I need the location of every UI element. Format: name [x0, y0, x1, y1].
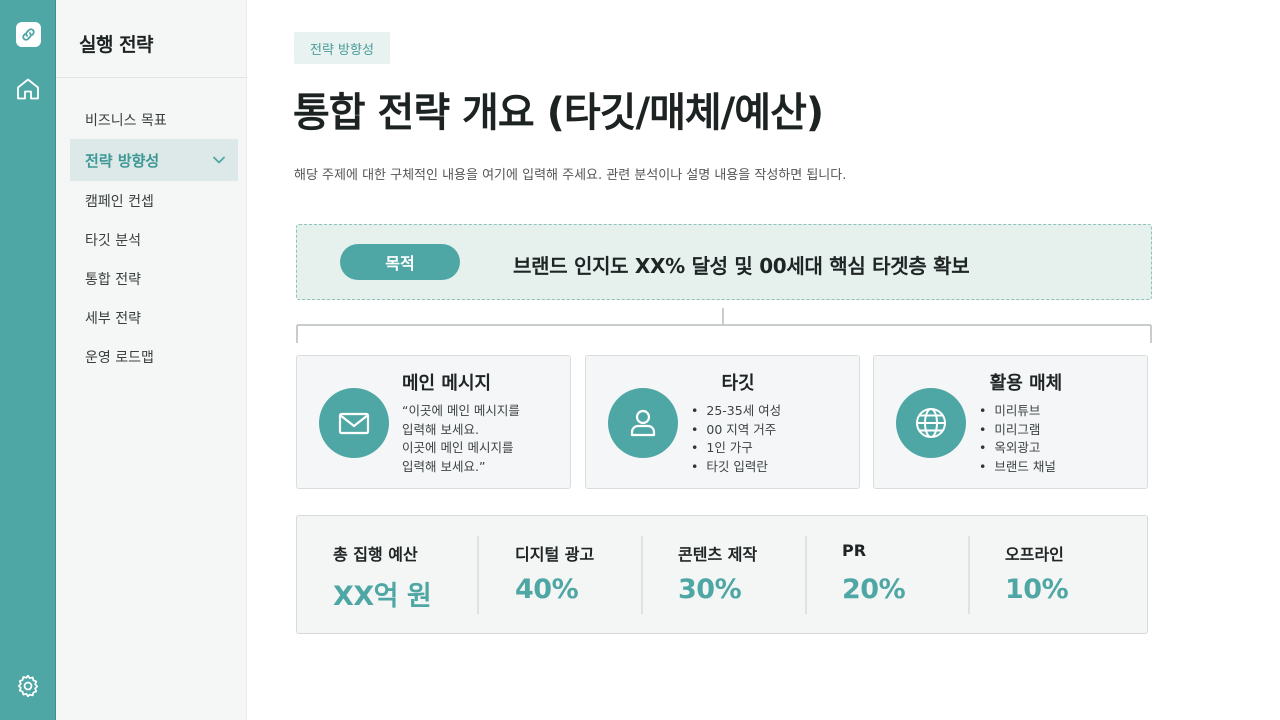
page-title: 통합 전략 개요 (타깃/매체/예산)	[293, 90, 824, 136]
chevron-down-icon	[213, 156, 225, 164]
budget-label: 디지털 광고	[515, 545, 595, 564]
card-body: “이곳에 메인 메시지를 입력해 보세요. 이곳에 메인 메시지를 입력해 보세…	[402, 402, 520, 476]
sidebar-item-label: 캠페인 컨셉	[85, 193, 154, 210]
home-icon[interactable]	[15, 76, 41, 102]
budget-label: 총 집행 예산	[333, 545, 418, 564]
goal-label-badge: 목적	[340, 244, 460, 280]
card-body-line: 입력해 보세요.	[402, 421, 479, 437]
sidebar-item-label: 운영 로드맵	[85, 349, 154, 366]
card-media: 활용 매체 미리튜브 미리그램 옥외광고 브랜드 채널	[873, 355, 1148, 489]
sidebar-item-label: 타깃 분석	[85, 232, 141, 249]
user-icon	[608, 388, 678, 458]
sidebar-item-business-goal[interactable]: 비즈니스 목표	[70, 100, 238, 139]
budget-panel: 총 집행 예산 XX억 원 디지털 광고 40% 콘텐츠 제작 30% PR 2…	[296, 515, 1148, 634]
card-title: 타깃	[721, 373, 755, 394]
mail-icon	[319, 388, 389, 458]
divider	[641, 536, 643, 614]
budget-value: 10%	[1005, 574, 1069, 605]
connector-lines	[296, 308, 1152, 343]
sidebar-item-label: 비즈니스 목표	[85, 112, 167, 129]
sidebar-item-strategy-direction[interactable]: 전략 방향성	[70, 139, 238, 181]
sidebar-item-label: 세부 전략	[85, 310, 141, 327]
sidebar-item-label: 통합 전략	[85, 271, 141, 288]
icon-rail	[0, 0, 56, 720]
link-icon[interactable]	[16, 22, 41, 47]
sidebar-item-campaign-concept[interactable]: 캠페인 컨셉	[70, 181, 238, 220]
sidebar-nav: 비즈니스 목표 전략 방향성 캠페인 컨셉 타깃 분석 통합 전략 세부 전략 …	[70, 100, 238, 376]
budget-label: 오프라인	[1005, 545, 1064, 564]
budget-label: PR	[842, 541, 867, 560]
card-bullet-list: 미리튜브 미리그램 옥외광고 브랜드 채널	[979, 402, 1056, 477]
card-target: 타깃 25-35세 여성 00 지역 거주 1인 가구 타깃 입력란	[585, 355, 860, 489]
divider	[477, 536, 479, 614]
list-item: 옥외광고	[979, 439, 1056, 458]
sidebar-title: 실행 전략	[79, 34, 154, 56]
list-item: 25-35세 여성	[691, 402, 781, 421]
list-item: 1인 가구	[691, 439, 781, 458]
sidebar-item-detailed-strategy[interactable]: 세부 전략	[70, 298, 238, 337]
section-tag: 전략 방향성	[294, 32, 390, 64]
card-body-line: 입력해 보세요.”	[402, 458, 486, 474]
list-item: 타깃 입력란	[691, 458, 781, 477]
page-description: 해당 주제에 대한 구체적인 내용을 여기에 입력해 주세요. 관련 분석이나 …	[294, 168, 847, 183]
sidebar: 실행 전략 비즈니스 목표 전략 방향성 캠페인 컨셉 타깃 분석 통합 전략 …	[56, 0, 247, 720]
list-item: 미리그램	[979, 421, 1056, 440]
card-title: 활용 매체	[989, 373, 1063, 394]
card-body-line: 이곳에 메인 메시지를	[402, 440, 514, 455]
budget-value: XX억 원	[333, 581, 432, 612]
sidebar-item-target-analysis[interactable]: 타깃 분석	[70, 220, 238, 259]
main-content: 전략 방향성 통합 전략 개요 (타깃/매체/예산) 해당 주제에 대한 구체적…	[247, 0, 1280, 720]
budget-value: 40%	[515, 574, 579, 605]
sidebar-divider	[56, 77, 247, 78]
card-body-line: “이곳에 메인 메시지를	[402, 403, 520, 418]
budget-value: 30%	[678, 574, 742, 605]
card-title: 메인 메시지	[402, 373, 492, 394]
card-main-message: 메인 메시지 “이곳에 메인 메시지를 입력해 보세요. 이곳에 메인 메시지를…	[296, 355, 571, 489]
gear-icon[interactable]	[15, 673, 41, 699]
budget-value: 20%	[842, 574, 906, 605]
divider	[805, 536, 807, 614]
card-bullet-list: 25-35세 여성 00 지역 거주 1인 가구 타깃 입력란	[691, 402, 781, 476]
list-item: 00 지역 거주	[691, 421, 781, 440]
budget-label: 콘텐츠 제작	[678, 545, 758, 564]
goal-box: 목적 브랜드 인지도 XX% 달성 및 00세대 핵심 타겟층 확보	[296, 224, 1152, 300]
list-item: 브랜드 채널	[979, 458, 1055, 477]
list-item: 미리튜브	[979, 402, 1056, 421]
sidebar-item-operation-roadmap[interactable]: 운영 로드맵	[70, 337, 238, 376]
sidebar-item-integrated-strategy[interactable]: 통합 전략	[70, 259, 238, 298]
divider	[968, 536, 970, 614]
goal-text: 브랜드 인지도 XX% 달성 및 00세대 핵심 타겟층 확보	[513, 254, 970, 278]
sidebar-item-label: 전략 방향성	[85, 151, 160, 170]
globe-icon	[896, 388, 966, 458]
